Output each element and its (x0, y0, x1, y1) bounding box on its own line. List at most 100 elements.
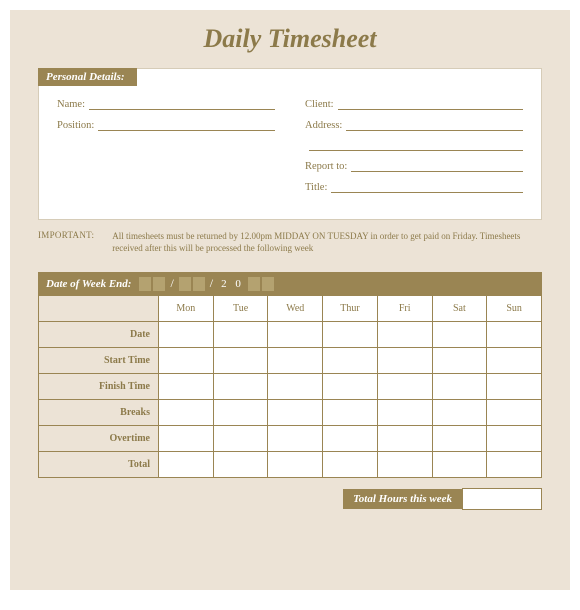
grid-cell[interactable] (432, 374, 487, 400)
grid-cell[interactable] (377, 400, 432, 426)
grid-cell[interactable] (159, 400, 214, 426)
input-client-line[interactable] (338, 100, 523, 110)
grid-cell[interactable] (213, 400, 268, 426)
grid-row-start: Start Time (39, 348, 542, 374)
date-cell[interactable] (193, 277, 205, 291)
field-title: Title: (305, 182, 523, 193)
grid-cell[interactable] (432, 426, 487, 452)
page-title: Daily Timesheet (10, 10, 570, 68)
grid-cell[interactable] (487, 322, 542, 348)
label-address: Address: (305, 120, 342, 131)
field-address: Address: (305, 120, 523, 131)
label-client: Client: (305, 99, 334, 110)
grid-cell[interactable] (432, 452, 487, 478)
grid-cell[interactable] (159, 374, 214, 400)
grid-row-breaks: Breaks (39, 400, 542, 426)
label-name: Name: (57, 99, 85, 110)
day-header: Tue (213, 296, 268, 322)
total-hours-label: Total Hours this week (343, 489, 462, 509)
date-cell[interactable] (139, 277, 151, 291)
grid-cell[interactable] (323, 426, 378, 452)
grid-cell[interactable] (432, 400, 487, 426)
input-position-line[interactable] (98, 121, 275, 131)
total-hours-bar: Total Hours this week (38, 488, 542, 510)
row-label: Finish Time (39, 374, 159, 400)
grid-cell[interactable] (268, 348, 323, 374)
day-header: Thur (323, 296, 378, 322)
grid-row-date: Date (39, 322, 542, 348)
slash-icon: / (167, 276, 176, 291)
grid-corner (39, 296, 159, 322)
grid-cell[interactable] (268, 452, 323, 478)
label-title: Title: (305, 182, 327, 193)
grid-cell[interactable] (323, 400, 378, 426)
grid-cell[interactable] (323, 348, 378, 374)
grid-cell[interactable] (159, 452, 214, 478)
field-position: Position: (57, 120, 275, 131)
grid-cell[interactable] (323, 322, 378, 348)
day-header: Mon (159, 296, 214, 322)
grid-cell[interactable] (159, 322, 214, 348)
grid-cell[interactable] (159, 426, 214, 452)
date-cell[interactable] (153, 277, 165, 291)
grid-cell[interactable] (323, 374, 378, 400)
input-address-line[interactable] (346, 121, 523, 131)
grid-cell[interactable] (268, 426, 323, 452)
input-name-line[interactable] (89, 100, 275, 110)
row-label: Breaks (39, 400, 159, 426)
grid-cell[interactable] (377, 426, 432, 452)
week-end-date-input[interactable]: / / 2 0 (139, 276, 273, 291)
personal-details-panel: Personal Details: Name: Position: Client… (38, 68, 542, 220)
grid-cell[interactable] (213, 348, 268, 374)
grid-cell[interactable] (432, 348, 487, 374)
grid-cell[interactable] (323, 452, 378, 478)
important-note: IMPORTANT: All timesheets must be return… (38, 230, 542, 254)
grid-row-total: Total (39, 452, 542, 478)
personal-left-column: Name: Position: (57, 91, 275, 203)
field-report-to: Report to: (305, 161, 523, 172)
personal-right-column: Client: Address: Report to: Title: (305, 91, 523, 203)
grid-cell[interactable] (268, 400, 323, 426)
row-label: Overtime (39, 426, 159, 452)
timesheet-grid: Mon Tue Wed Thur Fri Sat Sun Date Start … (38, 295, 542, 478)
input-report-to-line[interactable] (351, 162, 523, 172)
date-cell[interactable] (248, 277, 260, 291)
timesheet-page: Daily Timesheet Personal Details: Name: … (10, 10, 570, 590)
grid-cell[interactable] (159, 348, 214, 374)
grid-cell[interactable] (213, 426, 268, 452)
grid-header-row: Mon Tue Wed Thur Fri Sat Sun (39, 296, 542, 322)
grid-cell[interactable] (377, 452, 432, 478)
row-label: Total (39, 452, 159, 478)
slash-icon: / (207, 276, 216, 291)
grid-cell[interactable] (268, 322, 323, 348)
grid-cell[interactable] (213, 322, 268, 348)
input-address2-line[interactable] (309, 141, 523, 151)
row-label: Start Time (39, 348, 159, 374)
grid-cell[interactable] (213, 452, 268, 478)
grid-cell[interactable] (377, 374, 432, 400)
input-title-line[interactable] (331, 183, 523, 193)
label-position: Position: (57, 120, 94, 131)
field-client: Client: (305, 99, 523, 110)
important-label: IMPORTANT: (38, 230, 94, 254)
grid-cell[interactable] (377, 322, 432, 348)
grid-cell[interactable] (487, 452, 542, 478)
field-address2 (305, 141, 523, 151)
day-header: Sat (432, 296, 487, 322)
grid-cell[interactable] (268, 374, 323, 400)
grid-cell[interactable] (487, 400, 542, 426)
grid-cell[interactable] (377, 348, 432, 374)
grid-cell[interactable] (213, 374, 268, 400)
grid-cell[interactable] (432, 322, 487, 348)
grid-cell[interactable] (487, 426, 542, 452)
personal-details-heading: Personal Details: (38, 68, 137, 86)
row-label: Date (39, 322, 159, 348)
grid-cell[interactable] (487, 348, 542, 374)
week-end-label: Date of Week End: (46, 278, 131, 290)
date-cell[interactable] (179, 277, 191, 291)
total-hours-box[interactable] (462, 488, 542, 510)
grid-row-finish: Finish Time (39, 374, 542, 400)
grid-cell[interactable] (487, 374, 542, 400)
year-prefix: 2 0 (218, 278, 246, 290)
date-cell[interactable] (262, 277, 274, 291)
